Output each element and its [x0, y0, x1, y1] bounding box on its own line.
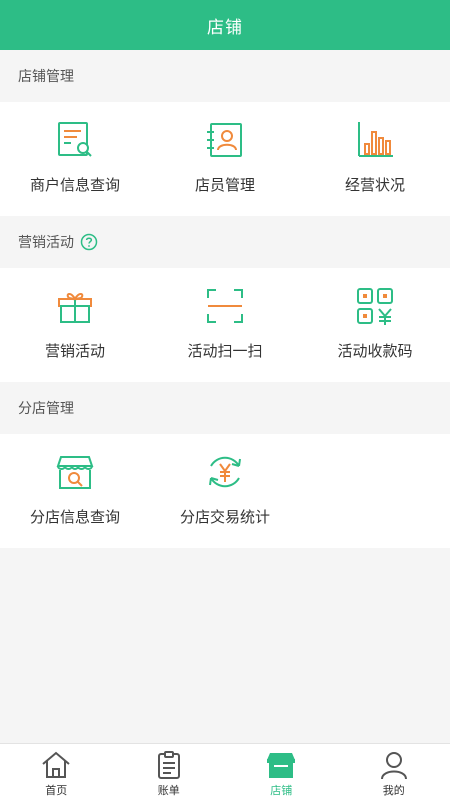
- bar-chart-icon: [358, 122, 393, 157]
- gift-box-icon: [58, 293, 92, 323]
- page-title: 店铺: [207, 17, 243, 38]
- section-title: 店铺管理: [18, 69, 74, 85]
- qr-payment-code-icon: [357, 288, 393, 325]
- merchant-info-search-button[interactable]: 商户信息查询: [0, 102, 150, 216]
- store-icon: [267, 753, 296, 778]
- branch-trade-stats-button[interactable]: 分店交易统计: [150, 434, 300, 548]
- staff-management-button[interactable]: 店员管理: [150, 102, 300, 216]
- scan-frame-icon: [207, 289, 243, 323]
- merchant-info-search-label: 商户信息查询: [29, 176, 120, 194]
- tab-store-label: 店铺: [270, 784, 293, 797]
- section-header-store-management: 店铺管理: [0, 50, 450, 102]
- activity-payment-code-button[interactable]: 活动收款码: [300, 268, 450, 382]
- business-status-button[interactable]: 经营状况: [300, 102, 450, 216]
- bottom-tab-bar: 首页 账单 店铺 我的: [0, 743, 450, 800]
- user-icon: [380, 752, 407, 780]
- branch-trade-stats-label: 分店交易统计: [179, 508, 270, 526]
- marketing-grid: 营销活动 活动扫一扫 活动收款码: [0, 268, 450, 382]
- activity-scan-label: 活动扫一扫: [187, 342, 263, 360]
- tab-home[interactable]: 首页: [0, 744, 113, 800]
- tab-home-label: 首页: [45, 784, 68, 797]
- branch-management-grid: 分店信息查询 分店交易统计: [0, 434, 450, 548]
- app-screen: 店铺 店铺管理 商户信息查询 店员管理 经营状况 营销活动 营销活动 活动扫一扫…: [0, 0, 450, 800]
- tab-bill[interactable]: 账单: [113, 744, 226, 800]
- clipboard-icon: [157, 751, 180, 779]
- top-bar: 店铺: [0, 0, 450, 50]
- branch-store-search-icon: [56, 456, 94, 489]
- marketing-activity-button[interactable]: 营销活动: [0, 268, 150, 382]
- tab-store[interactable]: 店铺: [225, 744, 338, 800]
- marketing-activity-label: 营销活动: [44, 342, 105, 360]
- section-title: 分店管理: [18, 401, 74, 417]
- staff-id-card-icon: [207, 123, 242, 157]
- store-management-grid: 商户信息查询 店员管理 经营状况: [0, 102, 450, 216]
- activity-scan-button[interactable]: 活动扫一扫: [150, 268, 300, 382]
- tab-mine[interactable]: 我的: [338, 744, 450, 800]
- home-icon: [42, 751, 70, 778]
- section-header-branch-management: 分店管理: [0, 382, 450, 434]
- section-header-marketing: 营销活动: [0, 216, 450, 268]
- yuan-exchange-icon: [209, 456, 241, 488]
- branch-info-search-button[interactable]: 分店信息查询: [0, 434, 150, 548]
- merchant-info-search-icon: [58, 122, 92, 157]
- business-status-label: 经营状况: [344, 176, 405, 194]
- activity-payment-code-label: 活动收款码: [337, 342, 413, 360]
- staff-management-label: 店员管理: [194, 176, 255, 194]
- branch-info-search-label: 分店信息查询: [29, 508, 120, 526]
- question-circle-icon[interactable]: [80, 233, 98, 251]
- section-title: 营销活动: [18, 235, 74, 251]
- tab-bill-label: 账单: [157, 784, 180, 797]
- tab-mine-label: 我的: [382, 784, 405, 797]
